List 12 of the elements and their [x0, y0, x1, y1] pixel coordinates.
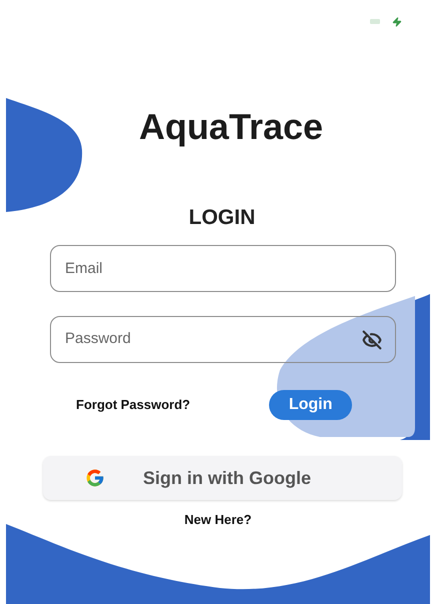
google-g-icon [85, 468, 105, 488]
charging-icon [392, 16, 402, 26]
login-button[interactable]: Login [269, 390, 352, 420]
login-heading: LOGIN [188, 206, 256, 230]
password-field[interactable]: Password [50, 316, 396, 363]
email-field[interactable]: Email [50, 245, 396, 292]
app-title: AquaTrace [138, 107, 324, 147]
forgot-password-link[interactable]: Forgot Password? [76, 395, 190, 415]
new-here-link[interactable]: New Here? [184, 510, 252, 530]
eye-slash-icon[interactable] [362, 330, 382, 350]
battery-icon [370, 19, 380, 24]
google-sign-in-button[interactable]: Sign in with Google [43, 456, 402, 500]
